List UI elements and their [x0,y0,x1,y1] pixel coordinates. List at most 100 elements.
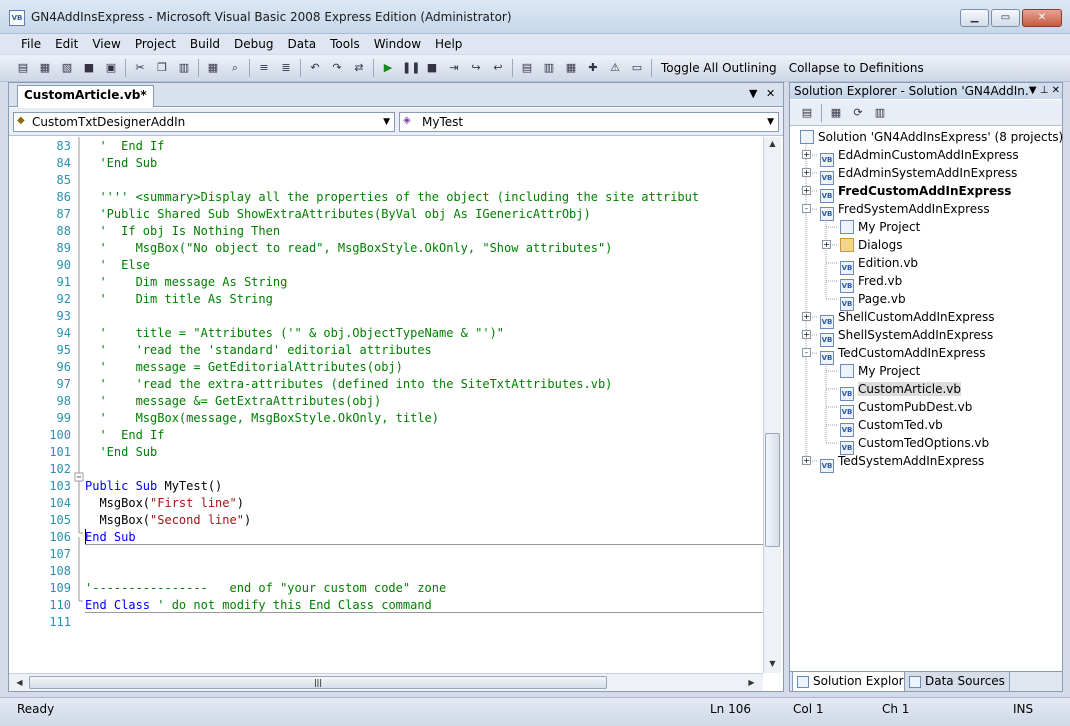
auto-hide-pin-icon[interactable]: ⊥ [1040,85,1049,96]
tree-node[interactable]: VB CustomArticle.vb [840,380,962,401]
close-pane-icon[interactable]: ✕ [1052,85,1060,96]
cut-icon[interactable]: ✂ [132,60,148,76]
expand-icon[interactable]: + [802,330,811,339]
pause-icon[interactable]: ❚❚ [402,60,420,76]
object-browser-icon[interactable]: ▦ [563,60,579,76]
menu-project[interactable]: Project [128,37,183,51]
scroll-down-icon[interactable]: ▼ [764,657,781,671]
horizontal-scrollbar[interactable]: ◀ ||| ▶ [9,673,763,691]
menu-debug[interactable]: Debug [227,37,280,51]
expand-icon[interactable]: + [802,186,811,195]
code-line[interactable]: 'End Sub [85,444,157,461]
properties-icon[interactable]: ▤ [799,105,815,121]
scroll-up-icon[interactable]: ▲ [764,137,781,151]
menu-file[interactable]: File [14,37,48,51]
class-name-combo[interactable]: ◆ CustomTxtDesignerAddIn ▼ [13,112,395,132]
expand-icon[interactable]: + [802,168,811,177]
code-line[interactable]: ' message = GetEditorialAttributes(obj) [85,359,402,376]
add-item-icon[interactable]: ▦ [37,60,53,76]
code-line[interactable]: ' Dim title As String [85,291,272,308]
code-line[interactable]: ' End If [85,427,164,444]
scroll-left-icon[interactable]: ◀ [11,676,28,690]
window-position-icon[interactable]: ▼ [1029,85,1037,96]
close-document-icon[interactable]: ✕ [766,87,775,100]
menu-view[interactable]: View [85,37,127,51]
outlining-margin[interactable] [73,137,85,673]
code-line[interactable]: MsgBox("Second line") [85,512,251,529]
tree-node[interactable]: VB FredSystemAddInExpress [820,200,990,221]
properties-icon[interactable]: ▥ [541,60,557,76]
start-page-icon[interactable]: ▭ [629,60,645,76]
collapse-to-definitions-button[interactable]: Collapse to Definitions [789,61,924,75]
stop-icon[interactable]: ■ [424,60,440,76]
expand-icon[interactable]: + [822,240,831,249]
tree-node[interactable]: VB CustomTedOptions.vb [840,434,989,455]
error-list-icon[interactable]: ⚠ [607,60,623,76]
vertical-scroll-thumb[interactable] [765,433,780,547]
code-line[interactable]: ' 'read the extra-attributes (defined in… [85,376,612,393]
tree-node[interactable]: Dialogs [840,236,902,254]
code-line[interactable]: 'End Sub [85,155,157,172]
code-line[interactable]: '---------------- end of "your custom co… [85,580,446,597]
active-files-dropdown-icon[interactable]: ▼ [749,87,757,100]
tree-node[interactable]: VB Fred.vb [840,272,902,293]
code-text-area[interactable]: ' End If 'End Sub '''' <summary>Display … [85,137,763,673]
code-line[interactable]: ' Dim message As String [85,274,287,291]
show-all-files-icon[interactable]: ▦ [828,105,844,121]
tree-node[interactable]: VB ShellSystemAddInExpress [820,326,993,347]
redo-icon[interactable]: ↷ [329,60,345,76]
tree-node[interactable]: VB CustomTed.vb [840,416,943,437]
tree-node[interactable]: VB TedCustomAddInExpress [820,344,986,365]
code-line[interactable]: ' title = "Attributes ('" & obj.ObjectTy… [85,325,504,342]
tab-custom-article[interactable]: CustomArticle.vb* [17,85,154,107]
expand-icon[interactable]: + [802,150,811,159]
indent-icon[interactable]: ≡ [256,60,272,76]
solution-explorer-icon[interactable]: ▤ [519,60,535,76]
print-icon[interactable]: ▦ [205,60,221,76]
step-over-icon[interactable]: ↪ [468,60,484,76]
save-all-icon[interactable]: ▣ [103,60,119,76]
tree-node[interactable]: VB Page.vb [840,290,906,311]
menu-build[interactable]: Build [183,37,227,51]
tree-node[interactable]: VB ShellCustomAddInExpress [820,308,994,329]
maximize-button[interactable]: ▭ [991,9,1020,27]
code-line[interactable]: '''' <summary>Display all the properties… [85,189,699,206]
paste-icon[interactable]: ▥ [176,60,192,76]
view-code-icon[interactable]: ▥ [872,105,888,121]
tab-data-sources[interactable]: Data Sources [904,672,1010,692]
code-line[interactable]: ' MsgBox("No object to read", MsgBoxStyl… [85,240,612,257]
find-icon[interactable]: ⌕ [227,60,243,76]
collapse-icon[interactable]: - [802,204,811,213]
expand-icon[interactable]: + [802,456,811,465]
code-line[interactable]: ' If obj Is Nothing Then [85,223,280,240]
code-line[interactable]: Public Sub MyTest() [85,478,222,495]
step-into-icon[interactable]: ⇥ [446,60,462,76]
tree-node[interactable]: VB TedSystemAddInExpress [820,452,984,473]
code-line[interactable]: ' message &= GetExtraAttributes(obj) [85,393,381,410]
vertical-scrollbar[interactable]: ▲ ▼ [763,137,781,673]
tree-node[interactable]: Solution 'GN4AddInsExpress' (8 projects) [800,128,1063,146]
code-line[interactable]: ' 'read the 'standard' editorial attribu… [85,342,431,359]
horizontal-scroll-thumb[interactable]: ||| [29,676,607,689]
toolbox-icon[interactable]: ✚ [585,60,601,76]
open-icon[interactable]: ▧ [59,60,75,76]
collapse-icon[interactable]: - [802,348,811,357]
toggle-all-outlining-button[interactable]: Toggle All Outlining [661,61,777,75]
tree-node[interactable]: VB CustomPubDest.vb [840,398,972,419]
outdent-icon[interactable]: ≣ [278,60,294,76]
method-name-combo[interactable]: ◈ MyTest ▼ [399,112,779,132]
code-line[interactable]: 'Public Shared Sub ShowExtraAttributes(B… [85,206,590,223]
tree-node[interactable]: My Project [840,218,920,236]
tree-node[interactable]: VB Edition.vb [840,254,918,275]
menu-data[interactable]: Data [280,37,323,51]
new-project-icon[interactable]: ▤ [15,60,31,76]
tab-solution-explorer[interactable]: Solution Explorer [792,672,921,692]
save-icon[interactable]: ■ [81,60,97,76]
menu-help[interactable]: Help [428,37,469,51]
refresh-icon[interactable]: ⟳ [850,105,866,121]
start-debugging-icon[interactable]: ▶ [380,60,396,76]
tree-node[interactable]: VB EdAdminCustomAddInExpress [820,146,1019,167]
close-button[interactable]: ✕ [1022,9,1062,27]
minimize-button[interactable]: ▁ [960,9,989,27]
step-out-icon[interactable]: ↩ [490,60,506,76]
